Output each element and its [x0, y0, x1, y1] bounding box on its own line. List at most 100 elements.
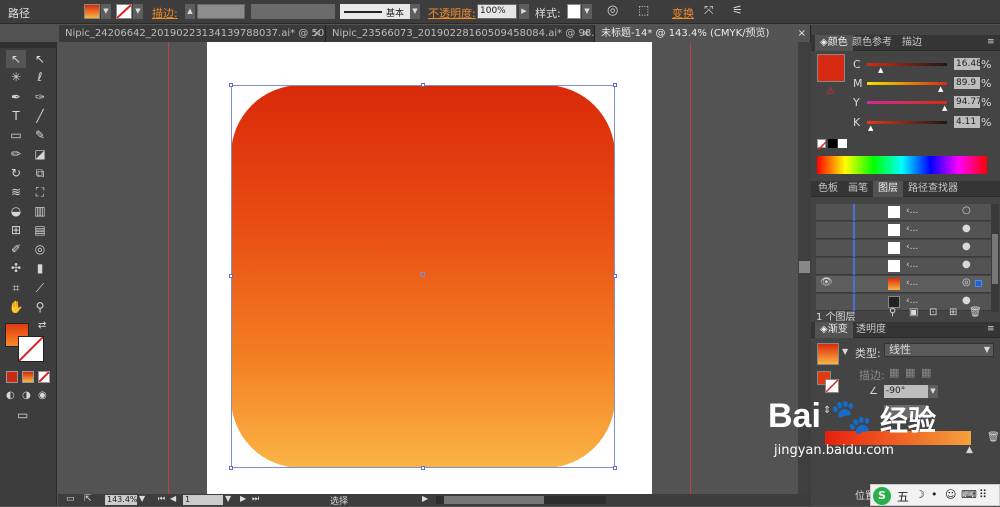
eyedropper-tool-icon[interactable]: ✐: [6, 240, 26, 258]
gradient-type-select[interactable]: 线性 ▼: [884, 343, 994, 357]
delete-icon[interactable]: 🗑: [969, 307, 982, 318]
shape-builder-tool-icon[interactable]: ◒: [6, 202, 26, 220]
opacity-dropdown[interactable]: ▶: [519, 4, 529, 19]
out-of-gamut-icon[interactable]: ⚠: [826, 86, 835, 97]
stroke-weight-field[interactable]: [197, 4, 245, 19]
target-icon[interactable]: ●: [962, 259, 971, 270]
magenta-slider[interactable]: [867, 82, 947, 85]
new-sublayer-icon[interactable]: ⊡: [929, 307, 937, 318]
opacity-field[interactable]: 100%: [477, 4, 517, 19]
artboard-dropdown-icon[interactable]: ▼: [225, 494, 231, 503]
first-artboard-icon[interactable]: ⏮: [158, 494, 165, 504]
layer-row[interactable]: ‹... ●: [816, 240, 998, 257]
last-artboard-icon[interactable]: ⏭: [252, 494, 259, 504]
pen-tool-icon[interactable]: ✒: [6, 88, 26, 106]
export-icon[interactable]: ⇱: [84, 494, 92, 504]
tab-document-2[interactable]: Nipic_23566073_20190228160509458084.ai* …: [326, 25, 595, 42]
gradient-mode-icon[interactable]: [22, 371, 34, 383]
ime-mode[interactable]: 五: [897, 488, 909, 505]
variable-width-select[interactable]: [251, 4, 335, 19]
fill-swatch[interactable]: [84, 4, 100, 19]
slice-tool-icon[interactable]: ⟋: [30, 279, 50, 297]
tab-swatches[interactable]: 色板: [813, 181, 843, 197]
draw-inside-icon[interactable]: ◉: [38, 390, 47, 401]
resize-handle[interactable]: [421, 83, 425, 87]
curvature-tool-icon[interactable]: ✑: [30, 88, 50, 106]
scale-tool-icon[interactable]: ⧉: [30, 164, 50, 182]
profile-dropdown[interactable]: ▼: [410, 4, 420, 19]
none-swatch[interactable]: [817, 139, 827, 151]
selection-indicator[interactable]: [975, 280, 982, 287]
style-dropdown[interactable]: ▼: [582, 4, 592, 19]
horizontal-scrollbar-thumb[interactable]: [444, 496, 544, 504]
prev-artboard-icon[interactable]: ◀: [170, 494, 176, 503]
gradient-tool-icon[interactable]: ▤: [30, 221, 50, 239]
next-artboard-icon[interactable]: ▶: [240, 494, 246, 503]
resize-handle[interactable]: [421, 466, 425, 470]
black-slider-thumb[interactable]: ▲: [868, 124, 873, 132]
white-swatch[interactable]: [838, 139, 847, 148]
symbol-sprayer-tool-icon[interactable]: ✣: [6, 259, 26, 277]
tab-stroke[interactable]: 描边: [897, 35, 927, 51]
stroke-weight-stepper[interactable]: ▲: [185, 4, 195, 19]
magenta-value[interactable]: 89.9: [954, 77, 980, 89]
tab-color-guide[interactable]: 颜色参考: [847, 35, 897, 51]
tab-transparency[interactable]: 透明度: [851, 322, 891, 338]
layer-row[interactable]: ‹... ●: [816, 258, 998, 275]
target-icon[interactable]: ●: [962, 241, 971, 252]
cyan-value[interactable]: 16.48: [954, 58, 982, 70]
stroke-dropdown[interactable]: ▼: [133, 4, 143, 19]
stroke-gradient-within-icon[interactable]: ▦: [889, 366, 899, 379]
resize-handle[interactable]: [229, 466, 233, 470]
target-icon[interactable]: ○: [962, 205, 971, 216]
target-icon[interactable]: ◎: [962, 277, 971, 288]
column-graph-tool-icon[interactable]: ▮: [30, 259, 50, 277]
yellow-slider-thumb[interactable]: ▲: [942, 104, 947, 112]
new-layer-icon[interactable]: ⊞: [949, 307, 957, 318]
style-swatch[interactable]: [567, 4, 581, 19]
resize-handle[interactable]: [613, 274, 617, 278]
gradient-preview-dropdown[interactable]: ▼: [842, 347, 848, 356]
hand-tool-icon[interactable]: ✋: [6, 298, 26, 316]
panel-menu-icon[interactable]: ≡: [987, 37, 995, 47]
close-icon[interactable]: ×: [582, 25, 590, 42]
stroke-swatch[interactable]: [116, 4, 132, 19]
close-icon[interactable]: ×: [313, 25, 321, 42]
close-icon[interactable]: ×: [798, 25, 806, 42]
resize-handle[interactable]: [229, 83, 233, 87]
yellow-value[interactable]: 94.77: [954, 96, 982, 108]
layer-row[interactable]: ‹... ○: [816, 204, 998, 221]
swap-colors-icon[interactable]: ⇄: [38, 320, 46, 331]
tab-layers[interactable]: 图层: [873, 181, 903, 197]
stroke-gradient-along-icon[interactable]: ▦: [905, 366, 915, 379]
search-icon[interactable]: ⚲: [889, 307, 896, 318]
tab-brushes[interactable]: 画笔: [843, 181, 873, 197]
none-mode-icon[interactable]: [38, 371, 50, 383]
target-icon[interactable]: ●: [962, 223, 971, 234]
target-icon[interactable]: ●: [962, 295, 971, 306]
scrollbar-thumb[interactable]: [799, 261, 810, 273]
resize-handle[interactable]: [229, 274, 233, 278]
line-tool-icon[interactable]: ╱: [30, 107, 50, 125]
stroke-label[interactable]: 描边:: [152, 5, 178, 21]
zoom-tool-icon[interactable]: ⚲: [30, 298, 50, 316]
brush-profile-select[interactable]: 基本: [340, 4, 420, 19]
chart-tool-icon[interactable]: ▥: [30, 202, 50, 220]
artboard-number-field[interactable]: 1: [183, 495, 223, 505]
cyan-slider-thumb[interactable]: ▲: [878, 66, 883, 74]
stroke-proxy-small[interactable]: [825, 379, 839, 393]
lasso-tool-icon[interactable]: ℓ: [30, 68, 50, 86]
color-spectrum[interactable]: [817, 156, 987, 174]
panel-menu-icon[interactable]: ≡: [987, 324, 995, 334]
horizontal-scrollbar[interactable]: [436, 496, 606, 504]
stroke-gradient-across-icon[interactable]: ▦: [921, 366, 931, 379]
draw-mode-icon[interactable]: ◐: [6, 390, 15, 401]
black-swatch[interactable]: [828, 139, 837, 148]
selection-tool-icon[interactable]: ↖: [6, 50, 26, 68]
transform-link[interactable]: 变换: [672, 5, 694, 21]
mesh-tool-icon[interactable]: ⊞: [6, 221, 26, 239]
rotate-tool-icon[interactable]: ↻: [6, 164, 26, 182]
tab-gradient[interactable]: ◈渐变: [815, 322, 853, 338]
recolor-icon[interactable]: ◎: [607, 3, 618, 18]
type-tool-icon[interactable]: T: [6, 107, 26, 125]
